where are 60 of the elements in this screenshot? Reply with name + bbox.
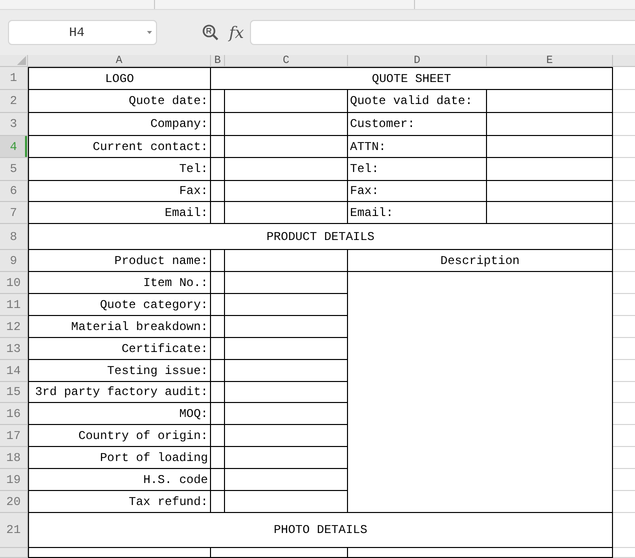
- row-header[interactable]: 3: [0, 113, 28, 136]
- table-cell[interactable]: Tel:: [28, 158, 211, 181]
- table-cell[interactable]: Tel:: [348, 158, 487, 181]
- row-header[interactable]: 10: [0, 272, 28, 294]
- cell-reference: H4: [69, 24, 85, 42]
- formula-field[interactable]: [250, 20, 635, 45]
- row-header[interactable]: 14: [0, 360, 28, 382]
- row-header[interactable]: 16: [0, 403, 28, 425]
- table-cell[interactable]: Testing issue:: [28, 360, 211, 382]
- row-header[interactable]: 19: [0, 469, 28, 491]
- table-cell[interactable]: Customer:: [348, 113, 487, 136]
- table-cell[interactable]: Email:: [28, 202, 211, 224]
- table-cell[interactable]: Certificate:: [28, 338, 211, 360]
- row-header[interactable]: 6: [0, 181, 28, 202]
- function-button[interactable]: fx: [229, 20, 244, 44]
- table-cell[interactable]: Quote date:: [28, 90, 211, 113]
- column-header[interactable]: C: [225, 55, 348, 67]
- row-header[interactable]: 18: [0, 447, 28, 469]
- table-cell[interactable]: QUOTE SHEET: [211, 67, 613, 90]
- row-header[interactable]: 1: [0, 67, 28, 90]
- row-header[interactable]: 21: [0, 513, 28, 548]
- row-header[interactable]: 12: [0, 316, 28, 338]
- table-cell[interactable]: Email:: [348, 202, 487, 224]
- table-cell[interactable]: Country of origin:: [28, 425, 211, 447]
- column-header[interactable]: A: [28, 55, 211, 67]
- row-header[interactable]: 17: [0, 425, 28, 447]
- table-cell[interactable]: Description: [348, 250, 613, 272]
- table-cell[interactable]: PHOTO DETAILS: [28, 513, 613, 548]
- table-cell[interactable]: Material breakdown:: [28, 316, 211, 338]
- row-header[interactable]: 20: [0, 491, 28, 513]
- column-header[interactable]: B: [211, 55, 225, 67]
- column-header[interactable]: E: [487, 55, 613, 67]
- table-cell[interactable]: Tax refund:: [28, 491, 211, 513]
- table-cell[interactable]: MOQ:: [28, 403, 211, 425]
- table-cell[interactable]: LOGO: [28, 67, 211, 90]
- table-cell[interactable]: Product name:: [28, 250, 211, 272]
- row-header[interactable]: 9: [0, 250, 28, 272]
- table-cell[interactable]: Item No.:: [28, 272, 211, 294]
- row-header[interactable]: 15: [0, 382, 28, 403]
- row-header[interactable]: 8: [0, 224, 28, 250]
- row-header[interactable]: 11: [0, 294, 28, 316]
- table-cell[interactable]: Quote category:: [28, 294, 211, 316]
- row-header[interactable]: 5: [0, 158, 28, 181]
- caret-icon: [147, 31, 152, 35]
- row-header[interactable]: 7: [0, 202, 28, 224]
- table-cell[interactable]: Company:: [28, 113, 211, 136]
- column-header[interactable]: D: [348, 55, 487, 67]
- table-cell[interactable]: PRODUCT DETAILS: [28, 224, 613, 250]
- row-header[interactable]: 2: [0, 90, 28, 113]
- table-cell[interactable]: Quote valid date:: [348, 90, 487, 113]
- table-cell[interactable]: ATTN:: [348, 136, 487, 158]
- table-cell[interactable]: Current contact:: [28, 136, 211, 158]
- table-cell[interactable]: Fax:: [348, 181, 487, 202]
- table-cell[interactable]: H.S. code: [28, 469, 211, 491]
- table-cell[interactable]: 3rd party factory audit:: [28, 382, 211, 403]
- table-cell[interactable]: Fax:: [28, 181, 211, 202]
- table-cell[interactable]: Port of loading: [28, 447, 211, 469]
- row-header[interactable]: 13: [0, 338, 28, 360]
- zoom-icon[interactable]: [202, 24, 219, 41]
- name-box[interactable]: H4: [8, 20, 157, 45]
